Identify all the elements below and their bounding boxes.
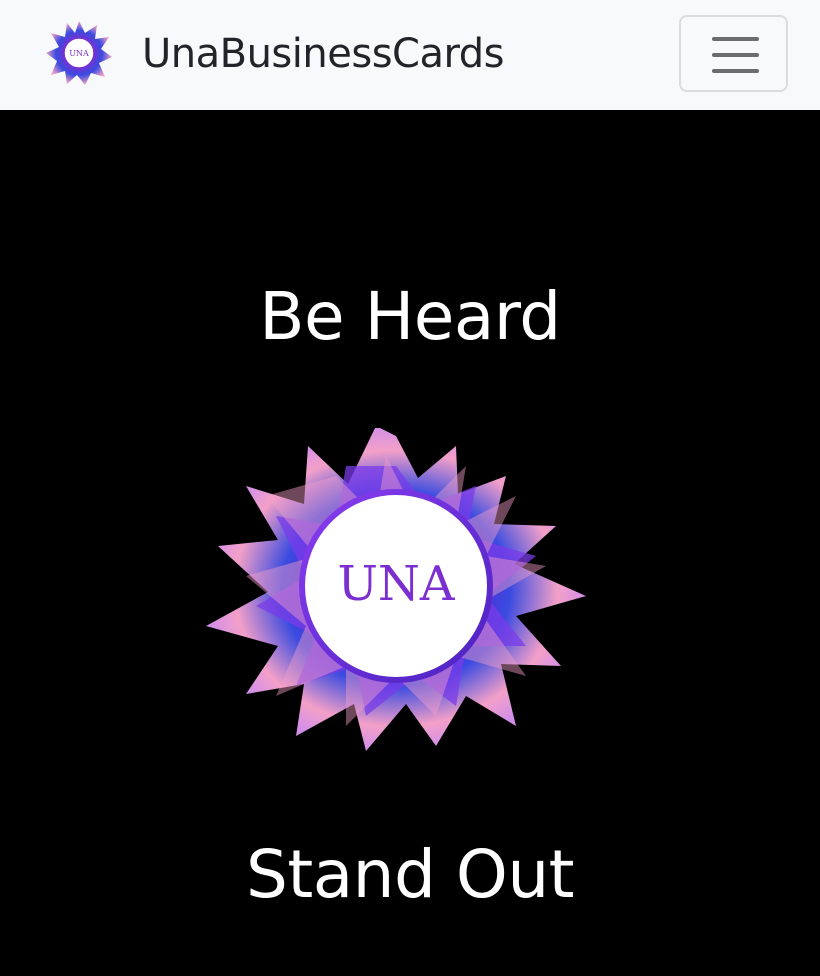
navbar-toggle-button[interactable] [679, 15, 788, 92]
una-logo-text: UNA [337, 556, 455, 612]
brand-logo[interactable]: UNA [44, 20, 114, 86]
hero-headline-top: Be Heard [259, 278, 561, 355]
hero-headline-bottom: Stand Out [245, 836, 575, 913]
hamburger-menu-icon [712, 37, 759, 41]
una-logo-icon: UNA [46, 21, 112, 85]
hero-una-logo: UNA [200, 426, 600, 768]
brand-name[interactable]: UnaBusinessCards [142, 28, 504, 80]
svg-text:UNA: UNA [69, 49, 89, 58]
top-navbar: UNA UnaBusinessCards [0, 0, 820, 110]
una-splash-logo-icon: UNA [206, 426, 586, 751]
hero-section: Be Heard UNA Stand Out [0, 110, 820, 976]
